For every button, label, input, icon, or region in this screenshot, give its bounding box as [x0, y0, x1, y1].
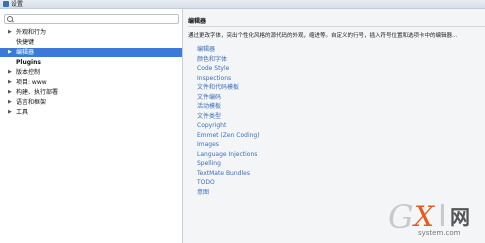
settings-link[interactable]: 文件和代码模板	[197, 84, 239, 92]
app-icon	[3, 1, 9, 7]
panel-description: 通过更改字体，突出个性化风格的源代码的外观，缩进等。自定义的行号，插入符号位置和…	[188, 33, 458, 39]
expand-arrow-icon[interactable]: ▶	[8, 98, 12, 107]
expand-arrow-icon[interactable]: ▶	[8, 68, 12, 77]
search-input[interactable]	[15, 15, 175, 23]
settings-link[interactable]: Language Injections	[197, 151, 257, 159]
tree-item-label: 编辑器	[16, 49, 35, 56]
tree-item-label: 工具	[16, 109, 29, 116]
tree-item[interactable]: 快捷键	[0, 38, 182, 47]
tree-item[interactable]: ▶ 项目: www	[0, 78, 182, 87]
expand-arrow-icon[interactable]: ▶	[8, 28, 12, 37]
settings-link[interactable]: 意图	[197, 189, 209, 197]
tree-item-label: 项目: www	[16, 79, 47, 86]
settings-link[interactable]: 活动模板	[197, 103, 221, 111]
title-bar: 设置	[0, 0, 485, 9]
expand-arrow-icon[interactable]: ▶	[8, 78, 12, 87]
watermark-x: X	[414, 200, 434, 233]
tree-item[interactable]: ▶ 语言和框架	[0, 98, 182, 107]
expand-arrow-icon[interactable]: ▶	[8, 108, 12, 117]
watermark-domain: system.com	[418, 229, 461, 237]
tree-item-label: Plugins	[16, 59, 41, 66]
settings-link[interactable]: TextMate Bundles	[197, 170, 250, 178]
tree-item-label: 快捷键	[16, 39, 35, 46]
tree-item[interactable]: ▶ 版本控制	[0, 68, 182, 77]
settings-link[interactable]: Inspections	[197, 75, 231, 83]
settings-link[interactable]: 颜色和字体	[197, 56, 227, 64]
expand-arrow-icon[interactable]: ▶	[8, 48, 12, 57]
settings-link[interactable]: Images	[197, 141, 219, 149]
settings-link[interactable]: TODO	[197, 179, 215, 187]
tree-item[interactable]: ▶ 编辑器	[0, 48, 182, 57]
tree-item-label: 语言和框架	[16, 99, 47, 106]
settings-link[interactable]: Copyright	[197, 122, 226, 130]
watermark-g: G	[388, 198, 414, 236]
settings-link[interactable]: 文件类型	[197, 113, 221, 121]
search-box[interactable]	[4, 14, 179, 24]
settings-link[interactable]: Code Style	[197, 65, 229, 73]
tree-item[interactable]: ▶ 外观和行为	[0, 28, 182, 37]
settings-link[interactable]: 编辑器	[197, 46, 215, 54]
tree-item-label: 外观和行为	[16, 29, 47, 36]
tree-item-label: 构建、执行部署	[16, 89, 59, 96]
divider	[188, 26, 485, 27]
tree-item[interactable]: ▶ 工具	[0, 108, 182, 117]
tree-item-label: 版本控制	[16, 69, 41, 76]
watermark-cn: 网	[450, 205, 470, 229]
settings-link[interactable]: Spelling	[197, 160, 221, 168]
watermark-logo: G X I 网 system.com	[388, 200, 482, 240]
tree-item[interactable]: Plugins	[0, 58, 182, 67]
tree-item[interactable]: ▶ 构建、执行部署	[0, 88, 182, 97]
window-title: 设置	[11, 1, 24, 8]
search-icon	[7, 16, 13, 22]
settings-link[interactable]: Emmet (Zen Coding)	[197, 132, 260, 140]
settings-link[interactable]: 文件编码	[197, 94, 221, 102]
panel-title: 编辑器	[188, 18, 207, 25]
expand-arrow-icon[interactable]: ▶	[8, 88, 12, 97]
settings-sidebar: ▶ 外观和行为快捷键 ▶ 编辑器 Plugins ▶ 版本控制 ▶ 项目: www ▶ 构建、执行部…	[0, 9, 183, 243]
